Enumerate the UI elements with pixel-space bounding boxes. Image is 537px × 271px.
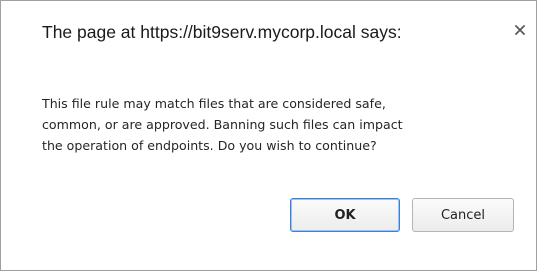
message-line: the operation of endpoints. Do you wish … <box>42 138 377 153</box>
ok-button[interactable]: OK <box>290 198 400 232</box>
close-button[interactable] <box>511 21 529 39</box>
dialog-message: This file rule may match files that are … <box>42 93 512 156</box>
message-line: This file rule may match files that are … <box>42 96 386 111</box>
dialog-title: The page at https://bit9serv.mycorp.loca… <box>42 22 402 42</box>
message-line: common, or are approved. Banning such fi… <box>42 117 403 132</box>
close-icon <box>515 25 525 35</box>
confirm-dialog: The page at https://bit9serv.mycorp.loca… <box>0 0 537 271</box>
cancel-button[interactable]: Cancel <box>412 198 514 232</box>
